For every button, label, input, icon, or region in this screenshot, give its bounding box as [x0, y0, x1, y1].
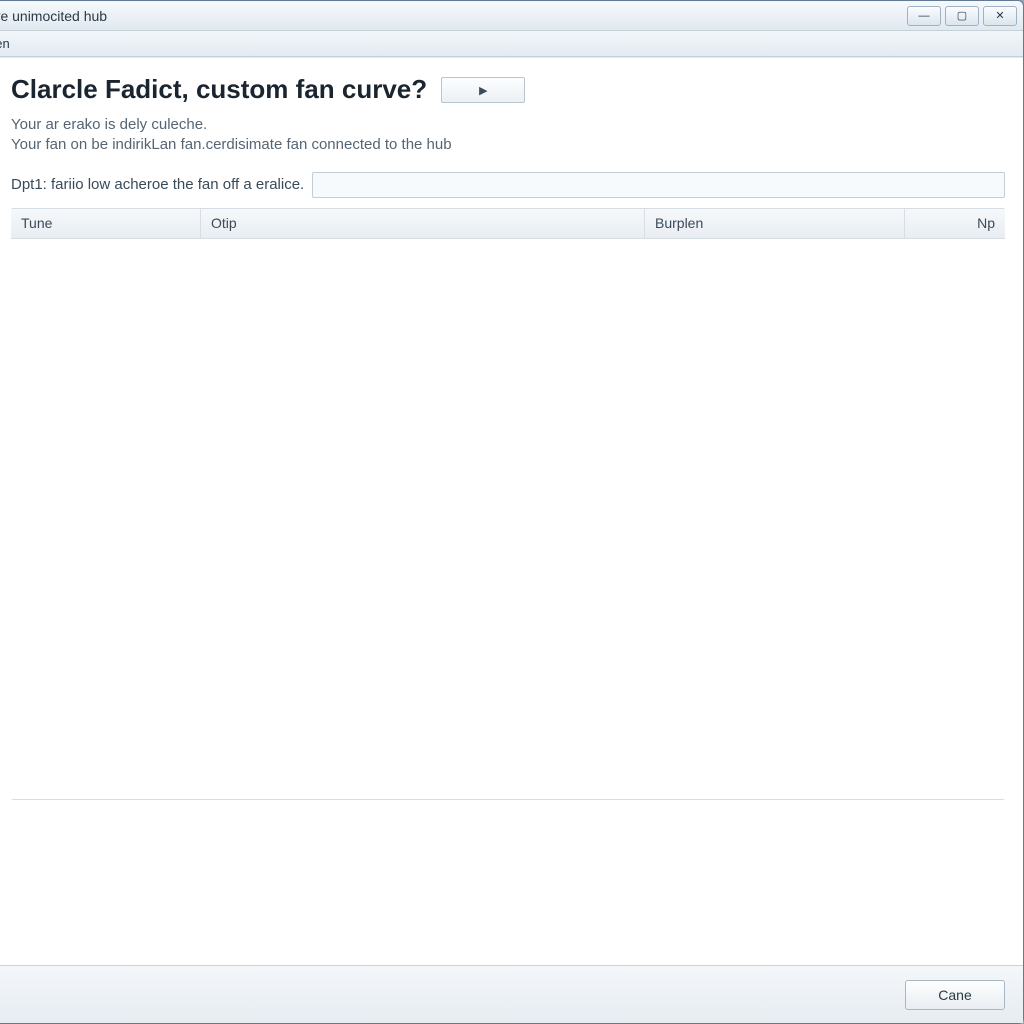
column-header-2[interactable]: Otip [201, 209, 645, 238]
titlebar: urve unimocited hub — ▢ ✕ [0, 1, 1023, 31]
description-line-2: Your fan on be indirikLan fan.cerdisimat… [11, 135, 1005, 155]
app-window: urve unimocited hub — ▢ ✕ Hien Clarcle F… [0, 0, 1024, 1024]
close-dialog-button[interactable]: Cane [905, 980, 1005, 1010]
description-text: Your ar erako is dely culeche. Your fan … [11, 115, 1005, 156]
column-header-4[interactable]: Np [905, 209, 1005, 238]
description-line-1: Your ar erako is dely culeche. [11, 115, 1005, 135]
column-header-1[interactable]: Tune [11, 209, 201, 238]
option-label: Dpt1: fariio low acheroe the fan off a e… [11, 176, 304, 193]
option-row: Dpt1: fariio low acheroe the fan off a e… [11, 172, 1005, 198]
column-header-3[interactable]: Burplen [645, 209, 905, 238]
table-body [11, 239, 1005, 799]
heading-action-button[interactable]: ▸ [441, 77, 525, 103]
option-input[interactable] [312, 172, 1005, 198]
heading-row: Clarcle Fadict, custom fan curve? ▸ [11, 74, 1005, 105]
chevron-right-icon: ▸ [479, 81, 487, 99]
data-table: Tune Otip Burplen Np [11, 208, 1005, 800]
content-area: Clarcle Fadict, custom fan curve? ▸ Your… [0, 57, 1023, 965]
menubar: Hien [0, 31, 1023, 57]
menu-item-1[interactable]: Hien [0, 34, 14, 53]
window-title: urve unimocited hub [0, 8, 907, 24]
maximize-button[interactable]: ▢ [945, 6, 979, 26]
close-button[interactable]: ✕ [983, 6, 1017, 26]
page-title: Clarcle Fadict, custom fan curve? [11, 74, 427, 105]
minimize-button[interactable]: — [907, 6, 941, 26]
table-header: Tune Otip Burplen Np [11, 209, 1005, 239]
window-controls: — ▢ ✕ [907, 6, 1017, 26]
footer-bar: Cane [0, 965, 1023, 1023]
